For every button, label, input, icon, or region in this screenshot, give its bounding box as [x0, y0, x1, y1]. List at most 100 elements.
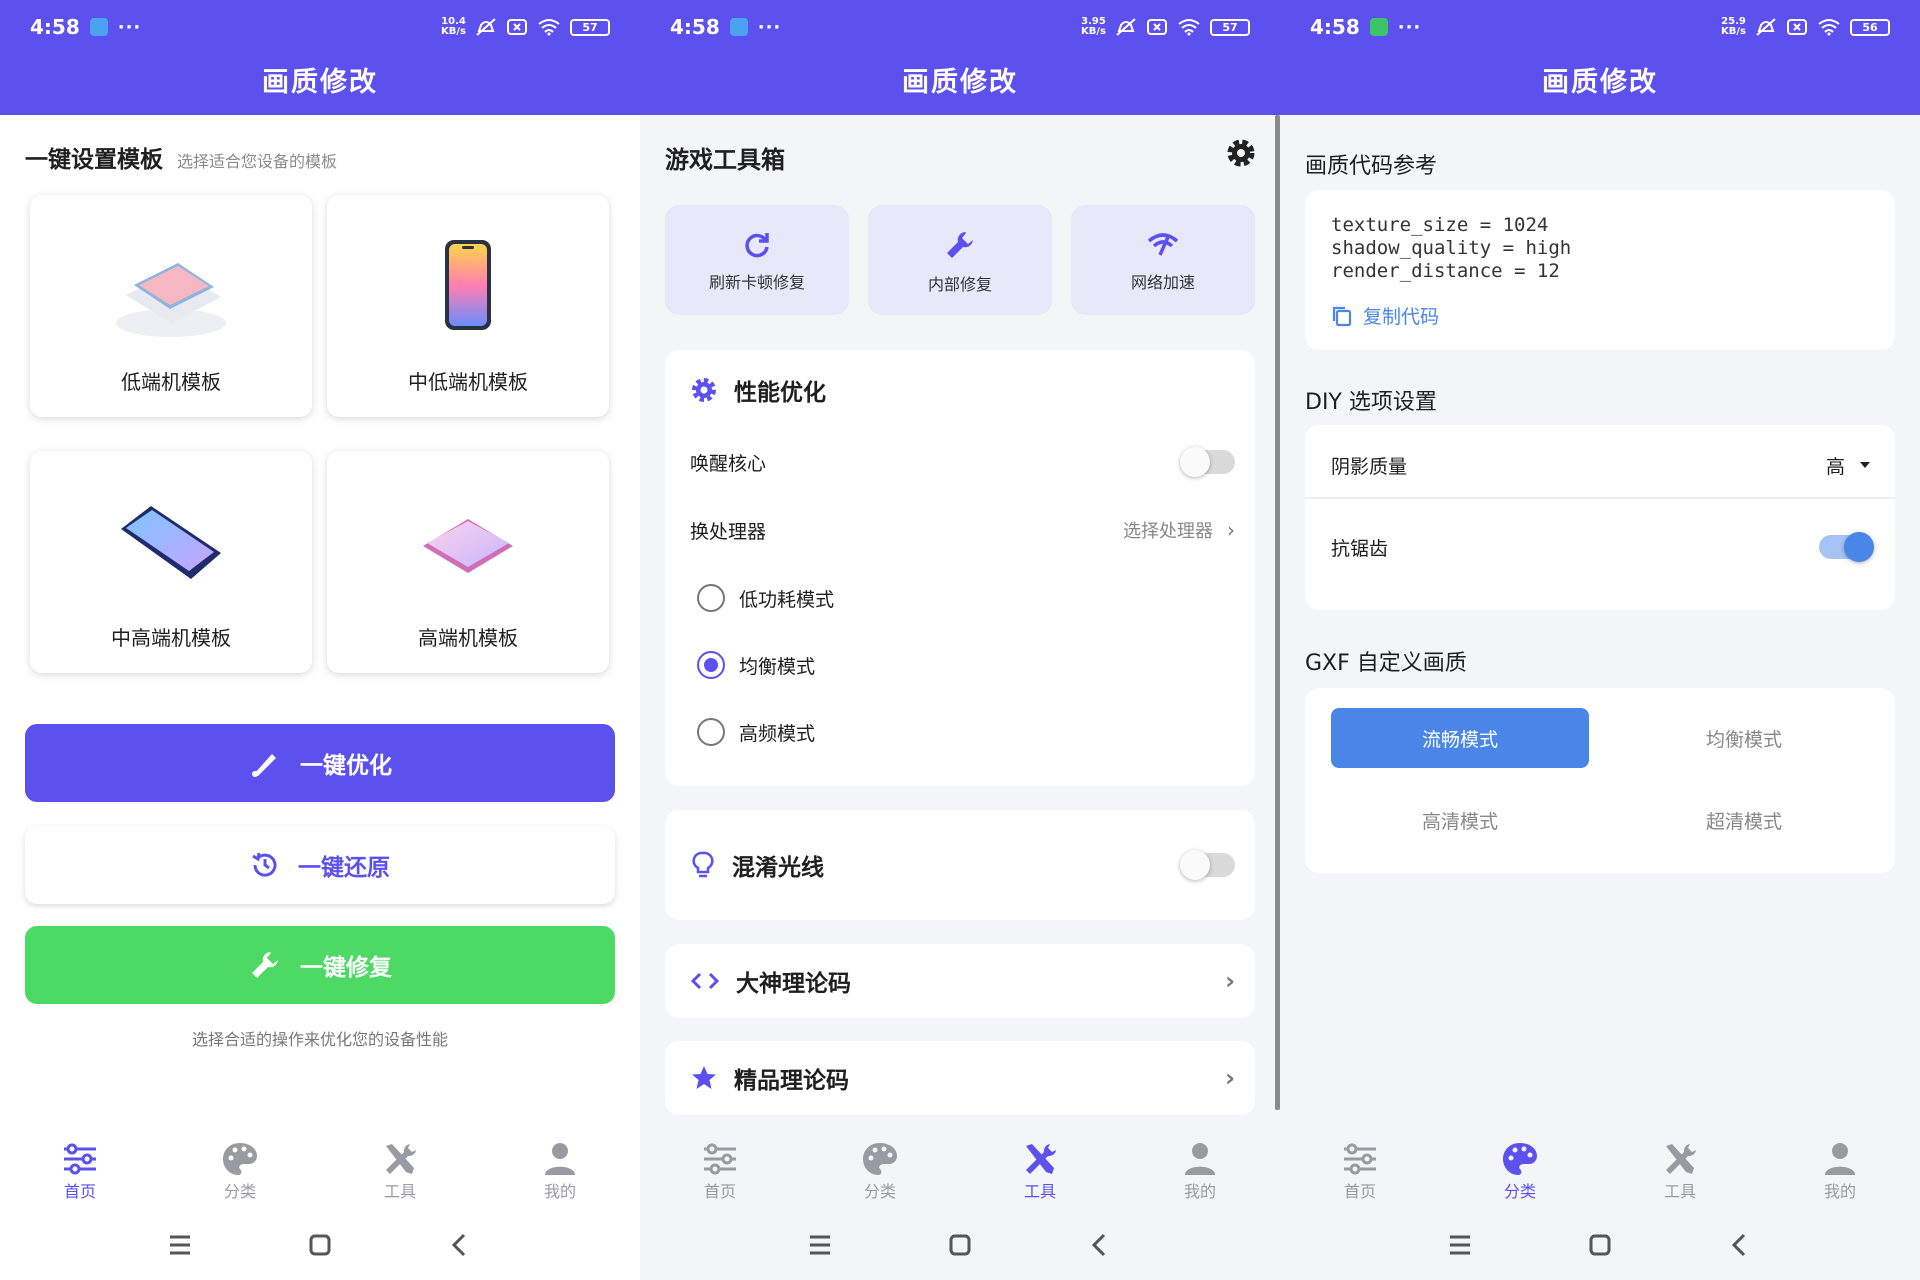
status-time: 4:58 [1310, 15, 1360, 39]
home-square-icon[interactable] [940, 1225, 980, 1265]
radio-button-selected[interactable] [697, 651, 725, 679]
tab-profile[interactable]: 我的 [1760, 1128, 1920, 1210]
select-processor-link[interactable]: 选择处理器 [1123, 517, 1213, 543]
toolbox-title: 游戏工具箱 [665, 146, 785, 174]
system-navigation [640, 1210, 1280, 1280]
app-header: 4:58 ··· 10.4 KB/s 57 画质修改 [0, 0, 640, 115]
performance-header: 性能优化 [690, 370, 1235, 410]
sim-off-icon [1787, 19, 1807, 35]
radio-button[interactable] [697, 718, 725, 746]
sliders-icon [1344, 1143, 1376, 1175]
history-icon [252, 852, 277, 877]
notification-app-icon [89, 18, 108, 36]
sliders-icon [704, 1143, 736, 1175]
back-icon[interactable] [1080, 1225, 1120, 1265]
sim-off-icon [507, 19, 527, 35]
page-title: 画质修改 [902, 67, 1018, 98]
tools-icon [386, 1144, 416, 1174]
back-icon[interactable] [1720, 1225, 1760, 1265]
internal-fix-button[interactable]: 内部修复 [868, 205, 1052, 315]
light-row: 混淆光线 [690, 845, 1235, 885]
settings-cog-icon [692, 378, 716, 402]
gxf-mode-smooth[interactable]: 流畅模式 [1331, 708, 1589, 768]
template-card-mid-high[interactable]: 中高端机模板 [30, 451, 312, 673]
tab-home[interactable]: 首页 [640, 1128, 800, 1210]
divider [1305, 497, 1895, 499]
template-card-high[interactable]: 高端机模板 [327, 451, 609, 673]
performance-card: 性能优化 唤醒核心 换处理器 选择处理器 › 低功耗模式 均衡模式 高频模式 [665, 350, 1255, 786]
bottom-navigation: 首页 分类 工具 我的 [640, 1128, 1280, 1210]
light-toggle[interactable] [1180, 850, 1235, 880]
menu-icon[interactable] [1440, 1225, 1480, 1265]
tab-category[interactable]: 分类 [1440, 1128, 1600, 1210]
chevron-right-icon: › [1227, 518, 1235, 542]
mode-option-low-power[interactable]: 低功耗模式 [697, 578, 1242, 618]
star-icon [692, 1066, 716, 1089]
tools-icon [1026, 1144, 1056, 1174]
tab-home[interactable]: 首页 [0, 1128, 160, 1210]
antialias-row: 抗锯齿 [1331, 527, 1874, 567]
radio-button[interactable] [697, 584, 725, 612]
menu-icon[interactable] [800, 1225, 840, 1265]
app-header: 4:58 ··· 25.9 KB/s 56 画质修改 [1280, 0, 1920, 115]
low-end-phone-illustration [116, 263, 226, 337]
gear-icon[interactable] [1224, 136, 1258, 170]
tab-tools[interactable]: 工具 [320, 1128, 480, 1210]
tools-icon [1666, 1144, 1696, 1174]
network-boost-button[interactable]: 网络加速 [1071, 205, 1255, 315]
tab-home[interactable]: 首页 [1280, 1128, 1440, 1210]
gxf-mode-balanced[interactable]: 均衡模式 [1615, 708, 1873, 768]
wake-core-row: 唤醒核心 [690, 442, 1235, 482]
mid-high-phone-illustration [121, 506, 221, 579]
wifi-icon [538, 19, 560, 36]
menu-icon[interactable] [160, 1225, 200, 1265]
tab-profile[interactable]: 我的 [1120, 1128, 1280, 1210]
tab-tools[interactable]: 工具 [960, 1128, 1120, 1210]
gxf-mode-uhd[interactable]: 超清模式 [1615, 790, 1873, 850]
diy-title: DIY 选项设置 [1305, 390, 1437, 415]
refresh-fix-button[interactable]: 刷新卡顿修复 [665, 205, 849, 315]
diy-card: 阴影质量 高 抗锯齿 [1305, 425, 1895, 610]
gxf-title: GXF 自定义画质 [1305, 651, 1467, 676]
wifi-icon [1818, 19, 1840, 36]
wake-core-toggle[interactable] [1180, 447, 1235, 477]
notification-app-icon [1369, 18, 1388, 36]
status-bar: 4:58 ··· 25.9 KB/s 56 [1310, 12, 1890, 42]
copy-code-button[interactable]: 复制代码 [1331, 302, 1439, 329]
system-navigation [1280, 1210, 1920, 1280]
template-card-mid-low[interactable]: 中低端机模板 [327, 195, 609, 417]
dropdown-arrow-icon [1860, 462, 1870, 468]
change-processor-row[interactable]: 换处理器 选择处理器 › [690, 510, 1235, 550]
tab-profile[interactable]: 我的 [480, 1128, 640, 1210]
app-header: 4:58 ··· 3.95 KB/s 57 画质修改 [640, 0, 1280, 115]
home-square-icon[interactable] [300, 1225, 340, 1265]
back-icon[interactable] [440, 1225, 480, 1265]
gxf-mode-hd[interactable]: 高清模式 [1331, 790, 1589, 850]
chevron-right-icon: › [1225, 1064, 1235, 1092]
tab-tools[interactable]: 工具 [1600, 1128, 1760, 1210]
master-code-item[interactable]: 大神理论码 › [665, 944, 1255, 1018]
status-time: 4:58 [30, 15, 80, 39]
template-card-low[interactable]: 低端机模板 [30, 195, 312, 417]
tab-category[interactable]: 分类 [160, 1128, 320, 1210]
restore-button[interactable]: 一键还原 [25, 826, 615, 904]
tab-category[interactable]: 分类 [800, 1128, 960, 1210]
mid-low-phone-illustration [445, 240, 491, 330]
mode-option-balanced[interactable]: 均衡模式 [697, 645, 1242, 685]
home-square-icon[interactable] [1580, 1225, 1620, 1265]
status-time: 4:58 [670, 15, 720, 39]
antialias-toggle[interactable] [1819, 532, 1874, 562]
mode-option-high-freq[interactable]: 高频模式 [697, 712, 1242, 752]
light-card: 混淆光线 [665, 810, 1255, 920]
repair-button[interactable]: 一键修复 [25, 926, 615, 1004]
sliders-icon [64, 1143, 96, 1175]
template-label: 中低端机模板 [408, 370, 528, 394]
shadow-quality-select[interactable]: 高 [1826, 452, 1871, 479]
refresh-icon [745, 233, 769, 258]
mute-icon [476, 18, 496, 36]
premium-code-item[interactable]: 精品理论码 › [665, 1041, 1255, 1115]
person-icon [1185, 1143, 1215, 1175]
optimize-button[interactable]: 一键优化 [25, 724, 615, 802]
more-notifications-icon: ··· [1397, 16, 1422, 38]
notification-app-icon [729, 18, 748, 36]
